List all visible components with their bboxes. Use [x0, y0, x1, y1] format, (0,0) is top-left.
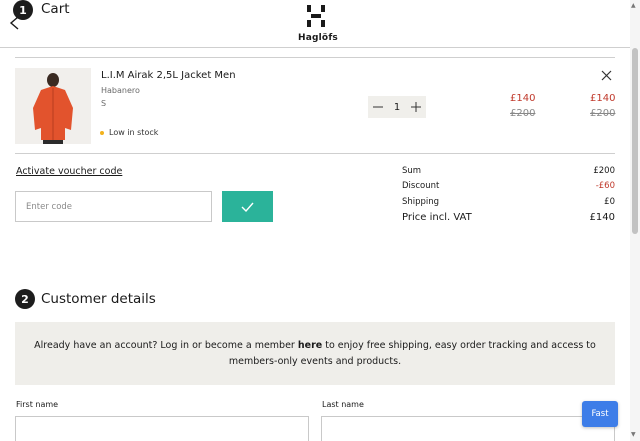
minus-icon: [373, 106, 383, 108]
unit-price-current: £140: [510, 93, 536, 104]
product-image[interactable]: [15, 68, 91, 144]
last-name-field[interactable]: [321, 416, 615, 441]
checkmark-icon: [241, 202, 254, 212]
summary-row-shipping: Shipping £0: [402, 197, 615, 207]
summary-value: £0: [604, 197, 615, 207]
member-login-link[interactable]: here: [298, 340, 322, 351]
customer-step-badge: 2: [15, 289, 35, 309]
last-name-label: Last name: [322, 400, 364, 409]
total-price-original: £200: [590, 108, 616, 119]
summary-value: -£60: [595, 181, 615, 191]
jacket-illustration: [15, 68, 91, 144]
activate-voucher-link[interactable]: Activate voucher code: [16, 166, 122, 177]
summary-label: Price incl. VAT: [402, 212, 472, 223]
stock-status-label: Low in stock: [109, 128, 159, 137]
close-icon[interactable]: [601, 70, 612, 81]
summary-label: Sum: [402, 166, 422, 176]
stock-dot-icon: [100, 130, 104, 135]
quantity-value[interactable]: 1: [394, 102, 400, 113]
plus-icon: [411, 102, 421, 112]
summary-value: £200: [593, 166, 615, 176]
cart-item-divider: [15, 153, 615, 154]
summary-label: Discount: [402, 181, 440, 191]
customer-details-title: Customer details: [41, 291, 156, 307]
fast-checkout-button[interactable]: Fast: [582, 401, 618, 427]
summary-row-total: Price incl. VAT £140: [402, 212, 615, 223]
unit-price-original: £200: [510, 108, 536, 119]
first-name-label: First name: [16, 400, 59, 409]
notice-text-pre: Already have an account? Log in or becom…: [34, 340, 298, 351]
cart-top-divider: [15, 57, 615, 58]
scroll-down-icon[interactable]: ▼: [631, 431, 636, 438]
total-price-current: £140: [590, 93, 616, 104]
cart-title: Cart: [41, 1, 70, 17]
summary-row-sum: Sum £200: [402, 166, 615, 176]
chevron-left-icon[interactable]: [8, 15, 22, 31]
product-color: Habanero: [101, 86, 140, 95]
stock-status: Low in stock: [100, 128, 158, 137]
product-size: S: [101, 99, 107, 108]
brand-logo[interactable]: Haglöfs: [298, 4, 338, 43]
product-name[interactable]: L.I.M Airak 2,5L Jacket Men: [101, 70, 236, 81]
voucher-submit-button[interactable]: [222, 191, 273, 222]
voucher-code-input[interactable]: [15, 191, 212, 222]
header-divider: [0, 47, 630, 48]
increase-quantity-button[interactable]: [410, 100, 422, 114]
decrease-quantity-button[interactable]: [372, 100, 384, 114]
scrollbar-thumb[interactable]: [632, 48, 638, 234]
member-notice: Already have an account? Log in or becom…: [15, 322, 615, 385]
scroll-up-icon[interactable]: ▲: [631, 2, 636, 9]
brand-name: Haglöfs: [298, 33, 338, 43]
summary-row-discount: Discount -£60: [402, 181, 615, 191]
summary-label: Shipping: [402, 197, 440, 207]
first-name-field[interactable]: [15, 416, 309, 441]
haglofs-logo-icon: [307, 5, 325, 27]
summary-value: £140: [589, 212, 615, 223]
quantity-stepper: 1: [368, 96, 426, 118]
